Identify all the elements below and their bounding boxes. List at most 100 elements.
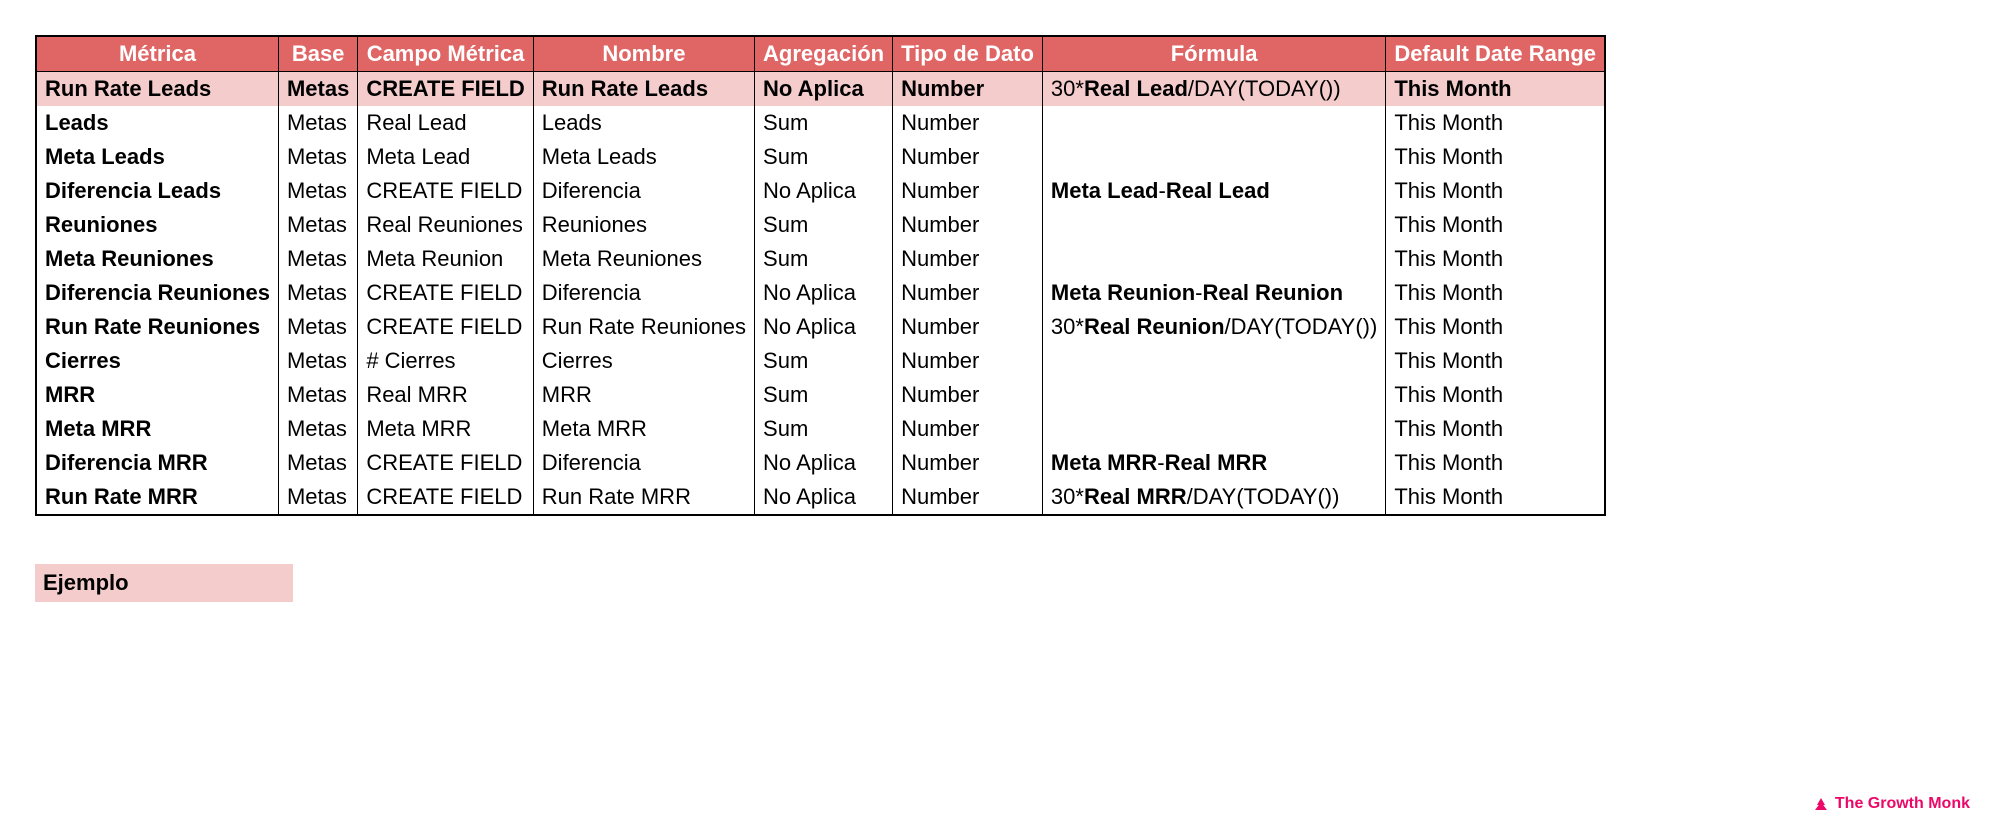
cell-tipo: Number: [893, 174, 1043, 208]
cell-campo: CREATE FIELD: [358, 276, 533, 310]
cell-nombre: Cierres: [533, 344, 754, 378]
cell-tipo: Number: [893, 310, 1043, 344]
cell-metrica: Meta MRR: [36, 412, 278, 446]
table-row: ReunionesMetasReal ReunionesReunionesSum…: [36, 208, 1605, 242]
cell-base: Metas: [278, 412, 357, 446]
cell-metrica: Diferencia MRR: [36, 446, 278, 480]
cell-range: This Month: [1386, 242, 1605, 276]
cell-campo: CREATE FIELD: [358, 72, 533, 107]
cell-agregacion: Sum: [755, 344, 893, 378]
cell-agregacion: No Aplica: [755, 72, 893, 107]
cell-tipo: Number: [893, 106, 1043, 140]
cell-base: Metas: [278, 174, 357, 208]
cell-base: Metas: [278, 378, 357, 412]
cell-metrica: Cierres: [36, 344, 278, 378]
cell-formula: [1042, 208, 1385, 242]
cell-agregacion: Sum: [755, 412, 893, 446]
cell-campo: Meta MRR: [358, 412, 533, 446]
brand-icon: [1813, 796, 1829, 812]
cell-nombre: MRR: [533, 378, 754, 412]
cell-nombre: Run Rate Leads: [533, 72, 754, 107]
cell-agregacion: No Aplica: [755, 174, 893, 208]
cell-agregacion: Sum: [755, 140, 893, 174]
cell-range: This Month: [1386, 446, 1605, 480]
cell-formula: [1042, 378, 1385, 412]
cell-range: This Month: [1386, 208, 1605, 242]
cell-base: Metas: [278, 140, 357, 174]
table-row: Meta MRRMetasMeta MRRMeta MRRSumNumberTh…: [36, 412, 1605, 446]
table-row: Diferencia ReunionesMetasCREATE FIELDDif…: [36, 276, 1605, 310]
cell-base: Metas: [278, 480, 357, 515]
cell-campo: Meta Reunion: [358, 242, 533, 276]
cell-metrica: MRR: [36, 378, 278, 412]
cell-metrica: Diferencia Leads: [36, 174, 278, 208]
cell-formula: [1042, 412, 1385, 446]
table-row: Meta LeadsMetasMeta LeadMeta LeadsSumNum…: [36, 140, 1605, 174]
cell-agregacion: Sum: [755, 208, 893, 242]
cell-agregacion: No Aplica: [755, 276, 893, 310]
cell-metrica: Run Rate MRR: [36, 480, 278, 515]
col-header-formula: Fórmula: [1042, 36, 1385, 72]
brand-badge: The Growth Monk: [1813, 795, 1970, 813]
cell-campo: Real Reuniones: [358, 208, 533, 242]
cell-range: This Month: [1386, 174, 1605, 208]
cell-base: Metas: [278, 310, 357, 344]
cell-formula: 30*Real Lead/DAY(TODAY()): [1042, 72, 1385, 107]
cell-formula: 30*Real Reunion/DAY(TODAY()): [1042, 310, 1385, 344]
cell-nombre: Run Rate MRR: [533, 480, 754, 515]
cell-agregacion: Sum: [755, 378, 893, 412]
col-header-nombre: Nombre: [533, 36, 754, 72]
col-header-agregacion: Agregación: [755, 36, 893, 72]
cell-nombre: Run Rate Reuniones: [533, 310, 754, 344]
cell-agregacion: Sum: [755, 242, 893, 276]
cell-range: This Month: [1386, 344, 1605, 378]
cell-metrica: Reuniones: [36, 208, 278, 242]
cell-metrica: Run Rate Leads: [36, 72, 278, 107]
cell-range: This Month: [1386, 378, 1605, 412]
cell-tipo: Number: [893, 140, 1043, 174]
cell-range: This Month: [1386, 276, 1605, 310]
cell-metrica: Meta Reuniones: [36, 242, 278, 276]
cell-base: Metas: [278, 344, 357, 378]
cell-formula: [1042, 140, 1385, 174]
table-row: Diferencia LeadsMetasCREATE FIELDDiferen…: [36, 174, 1605, 208]
cell-base: Metas: [278, 106, 357, 140]
cell-nombre: Diferencia: [533, 446, 754, 480]
col-header-metrica: Métrica: [36, 36, 278, 72]
cell-tipo: Number: [893, 480, 1043, 515]
cell-tipo: Number: [893, 242, 1043, 276]
table-header-row: Métrica Base Campo Métrica Nombre Agrega…: [36, 36, 1605, 72]
cell-tipo: Number: [893, 412, 1043, 446]
metrics-table: Métrica Base Campo Métrica Nombre Agrega…: [35, 35, 1606, 516]
cell-campo: Real MRR: [358, 378, 533, 412]
cell-agregacion: No Aplica: [755, 310, 893, 344]
cell-tipo: Number: [893, 446, 1043, 480]
cell-nombre: Leads: [533, 106, 754, 140]
cell-agregacion: No Aplica: [755, 480, 893, 515]
cell-tipo: Number: [893, 378, 1043, 412]
cell-formula: Meta Reunion-Real Reunion: [1042, 276, 1385, 310]
col-header-range: Default Date Range: [1386, 36, 1605, 72]
cell-nombre: Diferencia: [533, 174, 754, 208]
cell-formula: [1042, 344, 1385, 378]
cell-metrica: Leads: [36, 106, 278, 140]
cell-formula: 30*Real MRR/DAY(TODAY()): [1042, 480, 1385, 515]
cell-nombre: Meta MRR: [533, 412, 754, 446]
table-row: MRRMetasReal MRRMRRSumNumberThis Month: [36, 378, 1605, 412]
col-header-tipo: Tipo de Dato: [893, 36, 1043, 72]
cell-campo: CREATE FIELD: [358, 446, 533, 480]
cell-nombre: Diferencia: [533, 276, 754, 310]
cell-formula: [1042, 242, 1385, 276]
cell-formula: Meta Lead-Real Lead: [1042, 174, 1385, 208]
cell-agregacion: No Aplica: [755, 446, 893, 480]
col-header-base: Base: [278, 36, 357, 72]
cell-campo: CREATE FIELD: [358, 480, 533, 515]
cell-tipo: Number: [893, 72, 1043, 107]
cell-base: Metas: [278, 208, 357, 242]
table-row: Diferencia MRRMetasCREATE FIELDDiferenci…: [36, 446, 1605, 480]
cell-base: Metas: [278, 72, 357, 107]
table-row: LeadsMetasReal LeadLeadsSumNumberThis Mo…: [36, 106, 1605, 140]
table-row: Meta ReunionesMetasMeta ReunionMeta Reun…: [36, 242, 1605, 276]
cell-campo: CREATE FIELD: [358, 174, 533, 208]
table-row: Run Rate MRRMetasCREATE FIELDRun Rate MR…: [36, 480, 1605, 515]
